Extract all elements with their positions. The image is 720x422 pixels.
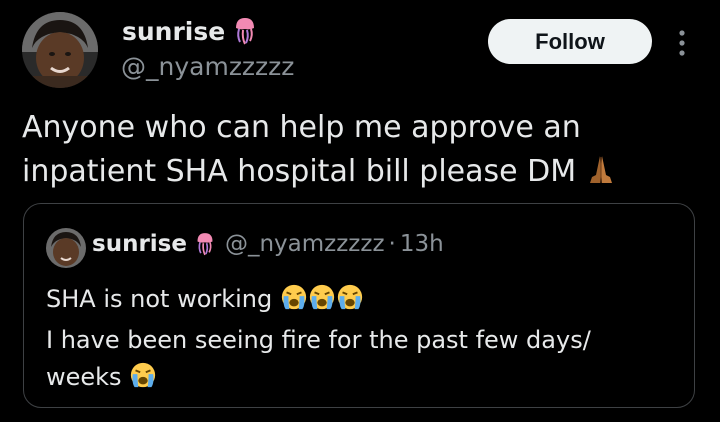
quoted-timestamp[interactable]: 13h <box>400 231 444 257</box>
quoted-text-line: weeks <box>46 359 686 400</box>
follow-button[interactable]: Follow <box>488 19 652 64</box>
quoted-text-line: SHA is not working <box>46 281 686 322</box>
jellyfish-emoji-icon <box>195 231 215 257</box>
quoted-post[interactable]: sunrise @_nyamzzzzz · 13h SHA is not wor… <box>23 203 695 408</box>
quoted-header: sunrise @_nyamzzzzz · 13h <box>92 231 444 257</box>
author-handle[interactable]: @_nyamzzzzz <box>121 52 294 81</box>
quoted-text: SHA is not working I have been seeing fi… <box>46 281 686 400</box>
avatar[interactable] <box>22 12 98 88</box>
loudly-crying-face-emoji-icon <box>280 283 308 322</box>
jellyfish-emoji-icon <box>233 16 257 46</box>
quoted-text-line-content: weeks <box>46 363 122 391</box>
quoted-author-name[interactable]: sunrise <box>92 231 187 257</box>
loudly-crying-face-emoji-icon <box>308 283 336 322</box>
quoted-text-line-content: SHA is not working <box>46 285 273 313</box>
post-text: Anyone who can help me approve an inpati… <box>22 106 702 198</box>
separator-dot: · <box>388 231 396 257</box>
quoted-avatar[interactable] <box>46 228 86 268</box>
loudly-crying-face-emoji-icon <box>336 283 364 322</box>
post-text-line-content: inpatient SHA hospital bill please DM <box>22 154 577 189</box>
display-name[interactable]: sunrise <box>122 16 257 46</box>
folded-hands-emoji-icon <box>586 153 616 198</box>
post-text-line: Anyone who can help me approve an <box>22 110 581 145</box>
post-text-line: inpatient SHA hospital bill please DM <box>22 150 702 198</box>
loudly-crying-face-emoji-icon <box>129 361 157 400</box>
quoted-author-handle[interactable]: @_nyamzzzzz <box>225 231 385 257</box>
more-options-icon[interactable] <box>672 26 692 60</box>
quoted-text-line: I have been seeing fire for the past few… <box>46 326 591 354</box>
author-name[interactable]: sunrise <box>122 17 225 46</box>
